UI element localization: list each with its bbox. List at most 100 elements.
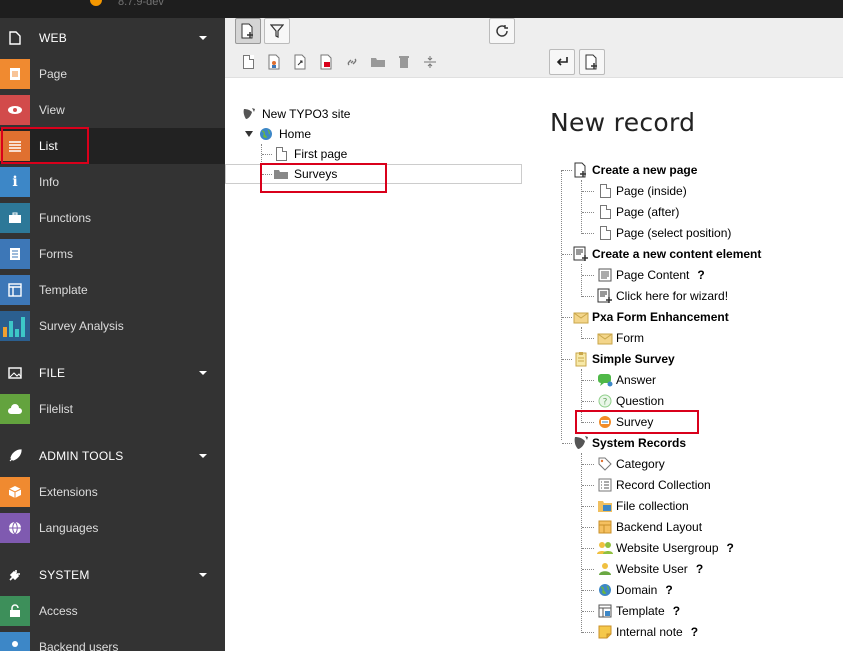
record-website-usergroup[interactable]: Website Usergroup ?	[597, 538, 734, 558]
module-survey-analysis[interactable]: Survey Analysis	[0, 308, 225, 344]
record-survey[interactable]: Survey	[597, 412, 653, 432]
doctype-page-icon[interactable]	[240, 54, 256, 70]
tree-node-surveys[interactable]: Surveys	[273, 164, 337, 184]
list-box-icon	[597, 477, 613, 493]
filter-button[interactable]	[264, 18, 290, 44]
doctype-mountpoint-icon[interactable]	[319, 54, 335, 70]
tree-line	[582, 485, 594, 486]
help-icon[interactable]: ?	[727, 541, 734, 555]
module-page[interactable]: Page	[0, 56, 225, 92]
typo3-logo-icon	[241, 106, 257, 122]
group-file[interactable]: FILE	[0, 355, 225, 391]
record-category[interactable]: Category	[597, 454, 665, 474]
record-page-inside[interactable]: Page (inside)	[597, 181, 687, 201]
help-icon[interactable]: ?	[665, 583, 672, 597]
module-languages[interactable]: Languages	[0, 510, 225, 546]
record-domain[interactable]: Domain ?	[597, 580, 673, 600]
record-file-collection[interactable]: File collection	[597, 496, 689, 516]
lock-icon	[0, 596, 30, 626]
tree-line	[582, 506, 594, 507]
tree-line	[261, 144, 262, 172]
envelope-icon	[597, 330, 613, 346]
group-admin-tools[interactable]: ADMIN TOOLS	[0, 438, 225, 474]
doctype-backend-section-icon[interactable]	[267, 54, 283, 70]
record-answer[interactable]: Answer	[597, 370, 656, 390]
record-page-after-label: Page (after)	[616, 205, 680, 219]
help-icon[interactable]: ?	[696, 562, 703, 576]
tree-line	[582, 212, 594, 213]
doctype-folder-icon[interactable]	[370, 54, 386, 70]
record-page-select-position[interactable]: Page (select position)	[597, 223, 731, 243]
info-icon: i	[0, 167, 30, 197]
record-record-collection[interactable]: Record Collection	[597, 475, 711, 495]
module-functions-label: Functions	[39, 211, 92, 225]
module-info[interactable]: i Info	[0, 164, 225, 200]
tree-root-node[interactable]: New TYPO3 site	[241, 104, 350, 124]
module-view[interactable]: View	[0, 92, 225, 128]
module-forms[interactable]: Forms	[0, 236, 225, 272]
record-internal-note[interactable]: Internal note ?	[597, 622, 698, 642]
group-web[interactable]: WEB	[0, 20, 225, 56]
module-list[interactable]: List	[0, 128, 225, 164]
record-page-content[interactable]: Page Content ?	[597, 265, 705, 285]
tree-line	[562, 443, 572, 444]
tree-line	[262, 154, 272, 155]
tree-node-first-page[interactable]: First page	[273, 144, 347, 164]
record-website-user[interactable]: Website User ?	[597, 559, 703, 579]
record-form-label: Form	[616, 331, 644, 345]
module-page-label: Page	[39, 67, 68, 81]
module-backend-users[interactable]: Backend users	[0, 629, 225, 651]
tree-line	[581, 369, 582, 423]
module-filelist[interactable]: Filelist	[0, 391, 225, 427]
list-icon	[0, 131, 30, 161]
doctype-spacer-icon[interactable]	[422, 54, 438, 70]
doctype-shortcut-icon[interactable]	[293, 54, 309, 70]
template-icon	[597, 603, 613, 619]
back-button[interactable]	[549, 49, 575, 75]
record-content-wizard[interactable]: Click here for wizard!	[597, 286, 728, 306]
record-file-collection-label: File collection	[616, 499, 689, 513]
record-question[interactable]: ? Question	[597, 391, 664, 411]
record-template-label: Template	[616, 604, 665, 618]
section-pxa-form[interactable]: Pxa Form Enhancement	[573, 307, 729, 327]
tree-line	[582, 296, 594, 297]
collapse-toggle-icon[interactable]	[245, 131, 253, 137]
help-icon[interactable]: ?	[673, 604, 680, 618]
record-template[interactable]: Template ?	[597, 601, 680, 621]
tree-line	[262, 174, 272, 175]
section-create-content-label: Create a new content element	[592, 247, 762, 261]
tree-node-home-label: Home	[279, 127, 312, 141]
record-internal-note-label: Internal note	[616, 625, 683, 639]
tree-line	[562, 359, 572, 360]
typo3-logo-icon[interactable]	[90, 0, 102, 6]
module-access[interactable]: Access	[0, 593, 225, 629]
help-icon[interactable]: ?	[697, 268, 704, 282]
section-create-content[interactable]: Create a new content element	[573, 244, 761, 264]
refresh-button[interactable]	[489, 18, 515, 44]
doctype-recycler-icon[interactable]	[396, 54, 412, 70]
module-extensions[interactable]: Extensions	[0, 474, 225, 510]
record-backend-layout-label: Backend Layout	[616, 520, 703, 534]
section-create-page[interactable]: Create a new page	[573, 160, 697, 180]
group-system[interactable]: SYSTEM	[0, 557, 225, 593]
record-backend-layout[interactable]: Backend Layout	[597, 517, 702, 537]
new-page-wizard-button[interactable]	[579, 49, 605, 75]
help-icon[interactable]: ?	[691, 625, 698, 639]
tree-root-label: New TYPO3 site	[262, 107, 351, 121]
tree-line	[582, 422, 594, 423]
module-functions[interactable]: Functions	[0, 200, 225, 236]
record-page-inside-label: Page (inside)	[616, 184, 687, 198]
survey-icon	[597, 414, 613, 430]
module-view-label: View	[39, 103, 65, 117]
tree-node-home[interactable]: Home	[245, 124, 311, 144]
doctype-link-icon[interactable]	[344, 54, 360, 70]
module-template[interactable]: Template	[0, 272, 225, 308]
section-simple-survey[interactable]: Simple Survey	[573, 349, 675, 369]
content-area: New record Create a new page Page (insid…	[525, 18, 843, 651]
tree-line	[582, 275, 594, 276]
section-system-records[interactable]: System Records	[573, 433, 686, 453]
record-form[interactable]: Form	[597, 328, 644, 348]
new-page-button[interactable]	[235, 18, 261, 44]
record-domain-label: Domain	[616, 583, 658, 597]
record-page-after[interactable]: Page (after)	[597, 202, 679, 222]
